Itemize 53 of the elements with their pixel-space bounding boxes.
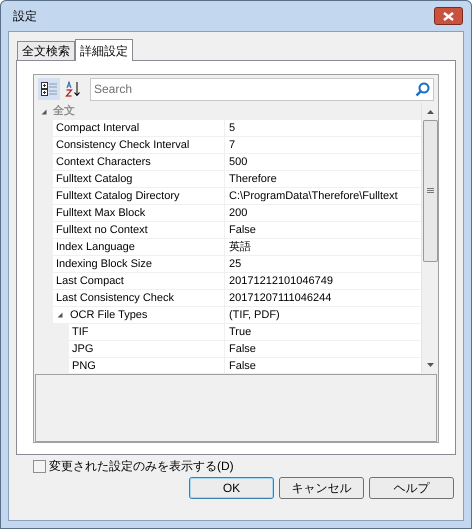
- property-name[interactable]: Fulltext no Context: [53, 222, 225, 239]
- property-name[interactable]: Last Compact: [53, 273, 225, 290]
- property-name[interactable]: TIF: [69, 324, 225, 341]
- property-value[interactable]: 5: [225, 120, 421, 137]
- property-value[interactable]: False: [225, 358, 421, 373]
- property-name[interactable]: Fulltext Catalog: [53, 171, 225, 188]
- property-name[interactable]: Index Language: [53, 239, 225, 256]
- dialog-button[interactable]: OK: [189, 476, 274, 498]
- checkbox[interactable]: [33, 460, 46, 472]
- categorized-icon: [41, 82, 57, 96]
- scroll-thumb[interactable]: [422, 120, 438, 262]
- property-value[interactable]: True: [225, 324, 421, 341]
- tab[interactable]: 全文検索: [17, 41, 75, 60]
- grip-icon: [426, 188, 434, 194]
- property-name[interactable]: Consistency Check Interval: [53, 137, 225, 154]
- property-value[interactable]: 200: [225, 205, 421, 222]
- property-value[interactable]: 7: [225, 137, 421, 154]
- property-name[interactable]: Fulltext Catalog Directory: [53, 188, 225, 205]
- property-value[interactable]: (TIF, PDF): [225, 307, 421, 324]
- dialog-button[interactable]: ヘルプ: [369, 476, 454, 498]
- property-name[interactable]: Indexing Block Size: [53, 256, 225, 273]
- property-name[interactable]: OCR File Types: [53, 307, 225, 324]
- property-value[interactable]: False: [225, 341, 421, 358]
- property-value[interactable]: C:\ProgramData\Therefore\Fulltext: [225, 188, 421, 205]
- property-name[interactable]: Last Consistency Check: [53, 290, 225, 307]
- scrollbar[interactable]: [421, 103, 438, 373]
- property-value[interactable]: 英語: [225, 239, 421, 256]
- collapse-triangle-icon[interactable]: [40, 108, 46, 114]
- categorized-view-button[interactable]: [38, 78, 60, 100]
- collapse-triangle-icon[interactable]: [57, 312, 63, 318]
- property-value[interactable]: 20171212101046749: [225, 273, 421, 290]
- tab[interactable]: 詳細設定: [75, 39, 133, 61]
- checkbox-label[interactable]: 変更された設定のみを表示する(D): [49, 457, 234, 475]
- close-button[interactable]: [434, 7, 463, 25]
- property-name[interactable]: Fulltext Max Block: [53, 205, 225, 222]
- property-value[interactable]: False: [225, 222, 421, 239]
- search-field[interactable]: Search: [90, 78, 434, 100]
- dialog-button[interactable]: キャンセル: [279, 476, 364, 498]
- property-name[interactable]: JPG: [69, 341, 225, 358]
- category-name: 全文: [53, 104, 75, 120]
- property-name[interactable]: Compact Interval: [53, 120, 225, 137]
- property-value[interactable]: 25: [225, 256, 421, 273]
- close-icon: [443, 12, 454, 20]
- property-name[interactable]: PNG: [69, 358, 225, 373]
- scroll-up-icon[interactable]: [426, 110, 434, 114]
- property-value[interactable]: Therefore: [225, 171, 421, 188]
- property-name[interactable]: Context Characters: [53, 154, 225, 171]
- search-icon[interactable]: [415, 82, 430, 96]
- scroll-down-icon[interactable]: [426, 362, 434, 366]
- property-value[interactable]: 500: [225, 154, 421, 171]
- sort-az-icon: [65, 81, 81, 97]
- property-value[interactable]: 20171207111046244: [225, 290, 421, 307]
- window-title: 設定: [13, 8, 37, 25]
